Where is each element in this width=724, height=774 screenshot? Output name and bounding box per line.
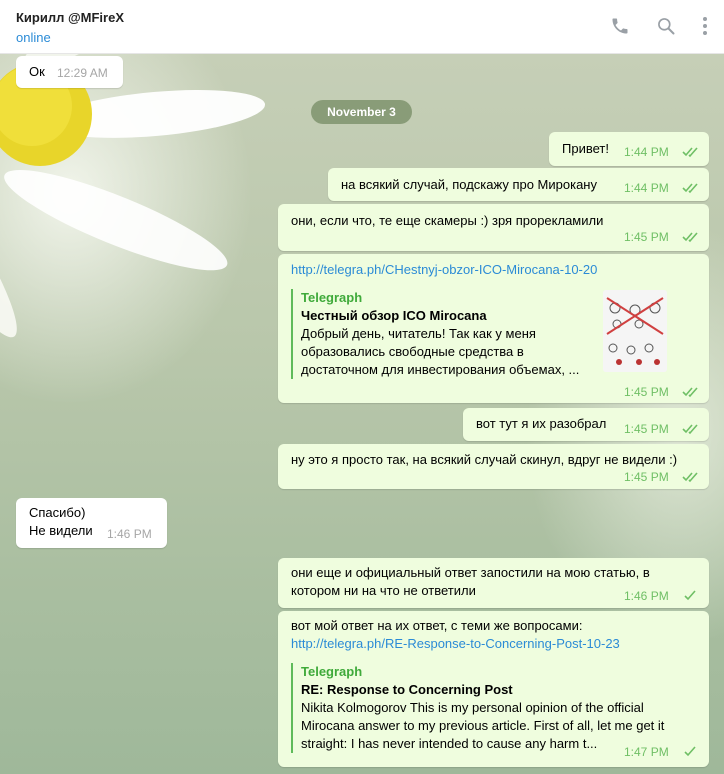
message-text: Привет! xyxy=(562,141,609,156)
preview-description-line: Nikita Kolmogorov This is my personal op… xyxy=(301,700,644,715)
message-bubble-outgoing[interactable]: http://telegra.ph/CHestnyj-obzor-ICO-Mir… xyxy=(278,254,709,403)
contact-status: online xyxy=(16,30,51,45)
read-ticks-icon xyxy=(682,147,698,158)
message-time: 1:45 PM xyxy=(624,385,669,399)
message-text: Ок xyxy=(29,64,45,79)
message-list[interactable]: Ок 12:29 AM November 3 Привет! 1:44 PM н… xyxy=(0,54,724,774)
message-bubble-outgoing[interactable]: ну это я просто так, на всякий случай ск… xyxy=(278,444,709,489)
message-text: они, если что, те еще скамеры :) зря про… xyxy=(291,213,604,228)
message-text: вот тут я их разобрал xyxy=(476,416,607,431)
message-bubble-outgoing[interactable]: вот мой ответ на их ответ, с теми же воп… xyxy=(278,611,709,767)
preview-title: RE: Response to Concerning Post xyxy=(301,682,513,697)
message-text: Спасибо) xyxy=(29,505,86,520)
message-bubble-incoming[interactable]: Ок 12:29 AM xyxy=(16,56,123,88)
message-text: ну это я просто так, на всякий случай ск… xyxy=(291,452,678,467)
message-time: 12:29 AM xyxy=(57,66,108,80)
read-ticks-icon xyxy=(682,183,698,194)
message-link[interactable]: http://telegra.ph/RE-Response-to-Concern… xyxy=(291,635,620,653)
message-text: они еще и официальный ответ запостили на… xyxy=(291,565,650,580)
preview-description-line: Mirocana answer to my previous article. … xyxy=(301,718,665,733)
phone-icon[interactable] xyxy=(610,16,630,36)
read-ticks-icon xyxy=(682,424,698,435)
more-vertical-icon[interactable] xyxy=(702,16,708,36)
message-time: 1:46 PM xyxy=(624,589,669,603)
message-text: вот мой ответ на их ответ, с теми же воп… xyxy=(291,618,583,633)
header-actions xyxy=(610,16,708,36)
read-ticks-icon xyxy=(682,232,698,243)
message-time: 1:44 PM xyxy=(624,145,669,159)
message-time: 1:47 PM xyxy=(624,745,669,759)
date-separator: November 3 xyxy=(311,100,412,124)
message-bubble-outgoing[interactable]: на всякий случай, подскажу про Мирокану … xyxy=(328,168,709,201)
chat-header: Кирилл @MFireX online xyxy=(0,0,724,54)
message-time: 1:44 PM xyxy=(624,181,669,195)
message-time: 1:45 PM xyxy=(624,422,669,436)
message-bubble-incoming[interactable]: Спасибо) Не видели 1:46 PM xyxy=(16,498,167,548)
message-time: 1:45 PM xyxy=(624,230,669,244)
link-preview[interactable]: Telegraph RE: Response to Concerning Pos… xyxy=(291,663,691,753)
read-ticks-icon xyxy=(682,472,698,483)
daisy-wallpaper-image xyxy=(0,54,266,338)
preview-thumbnail-image[interactable] xyxy=(603,290,667,372)
preview-site-name: Telegraph xyxy=(301,664,363,679)
sent-tick-icon xyxy=(684,590,696,601)
message-time: 1:45 PM xyxy=(624,470,669,484)
message-text: котором ни на что не ответили xyxy=(291,583,476,598)
sent-tick-icon xyxy=(684,746,696,757)
message-text: Не видели xyxy=(29,523,93,538)
message-text: на всякий случай, подскажу про Мирокану xyxy=(341,177,597,192)
read-ticks-icon xyxy=(682,387,698,398)
contact-name[interactable]: Кирилл @MFireX xyxy=(16,10,124,25)
message-bubble-outgoing[interactable]: Привет! 1:44 PM xyxy=(549,132,709,166)
message-time: 1:46 PM xyxy=(107,527,152,541)
message-link[interactable]: http://telegra.ph/CHestnyj-obzor-ICO-Mir… xyxy=(291,261,597,279)
message-bubble-outgoing[interactable]: они, если что, те еще скамеры :) зря про… xyxy=(278,204,709,251)
message-bubble-outgoing[interactable]: вот тут я их разобрал 1:45 PM xyxy=(463,408,709,441)
search-icon[interactable] xyxy=(656,16,676,36)
message-bubble-outgoing[interactable]: они еще и официальный ответ запостили на… xyxy=(278,558,709,608)
